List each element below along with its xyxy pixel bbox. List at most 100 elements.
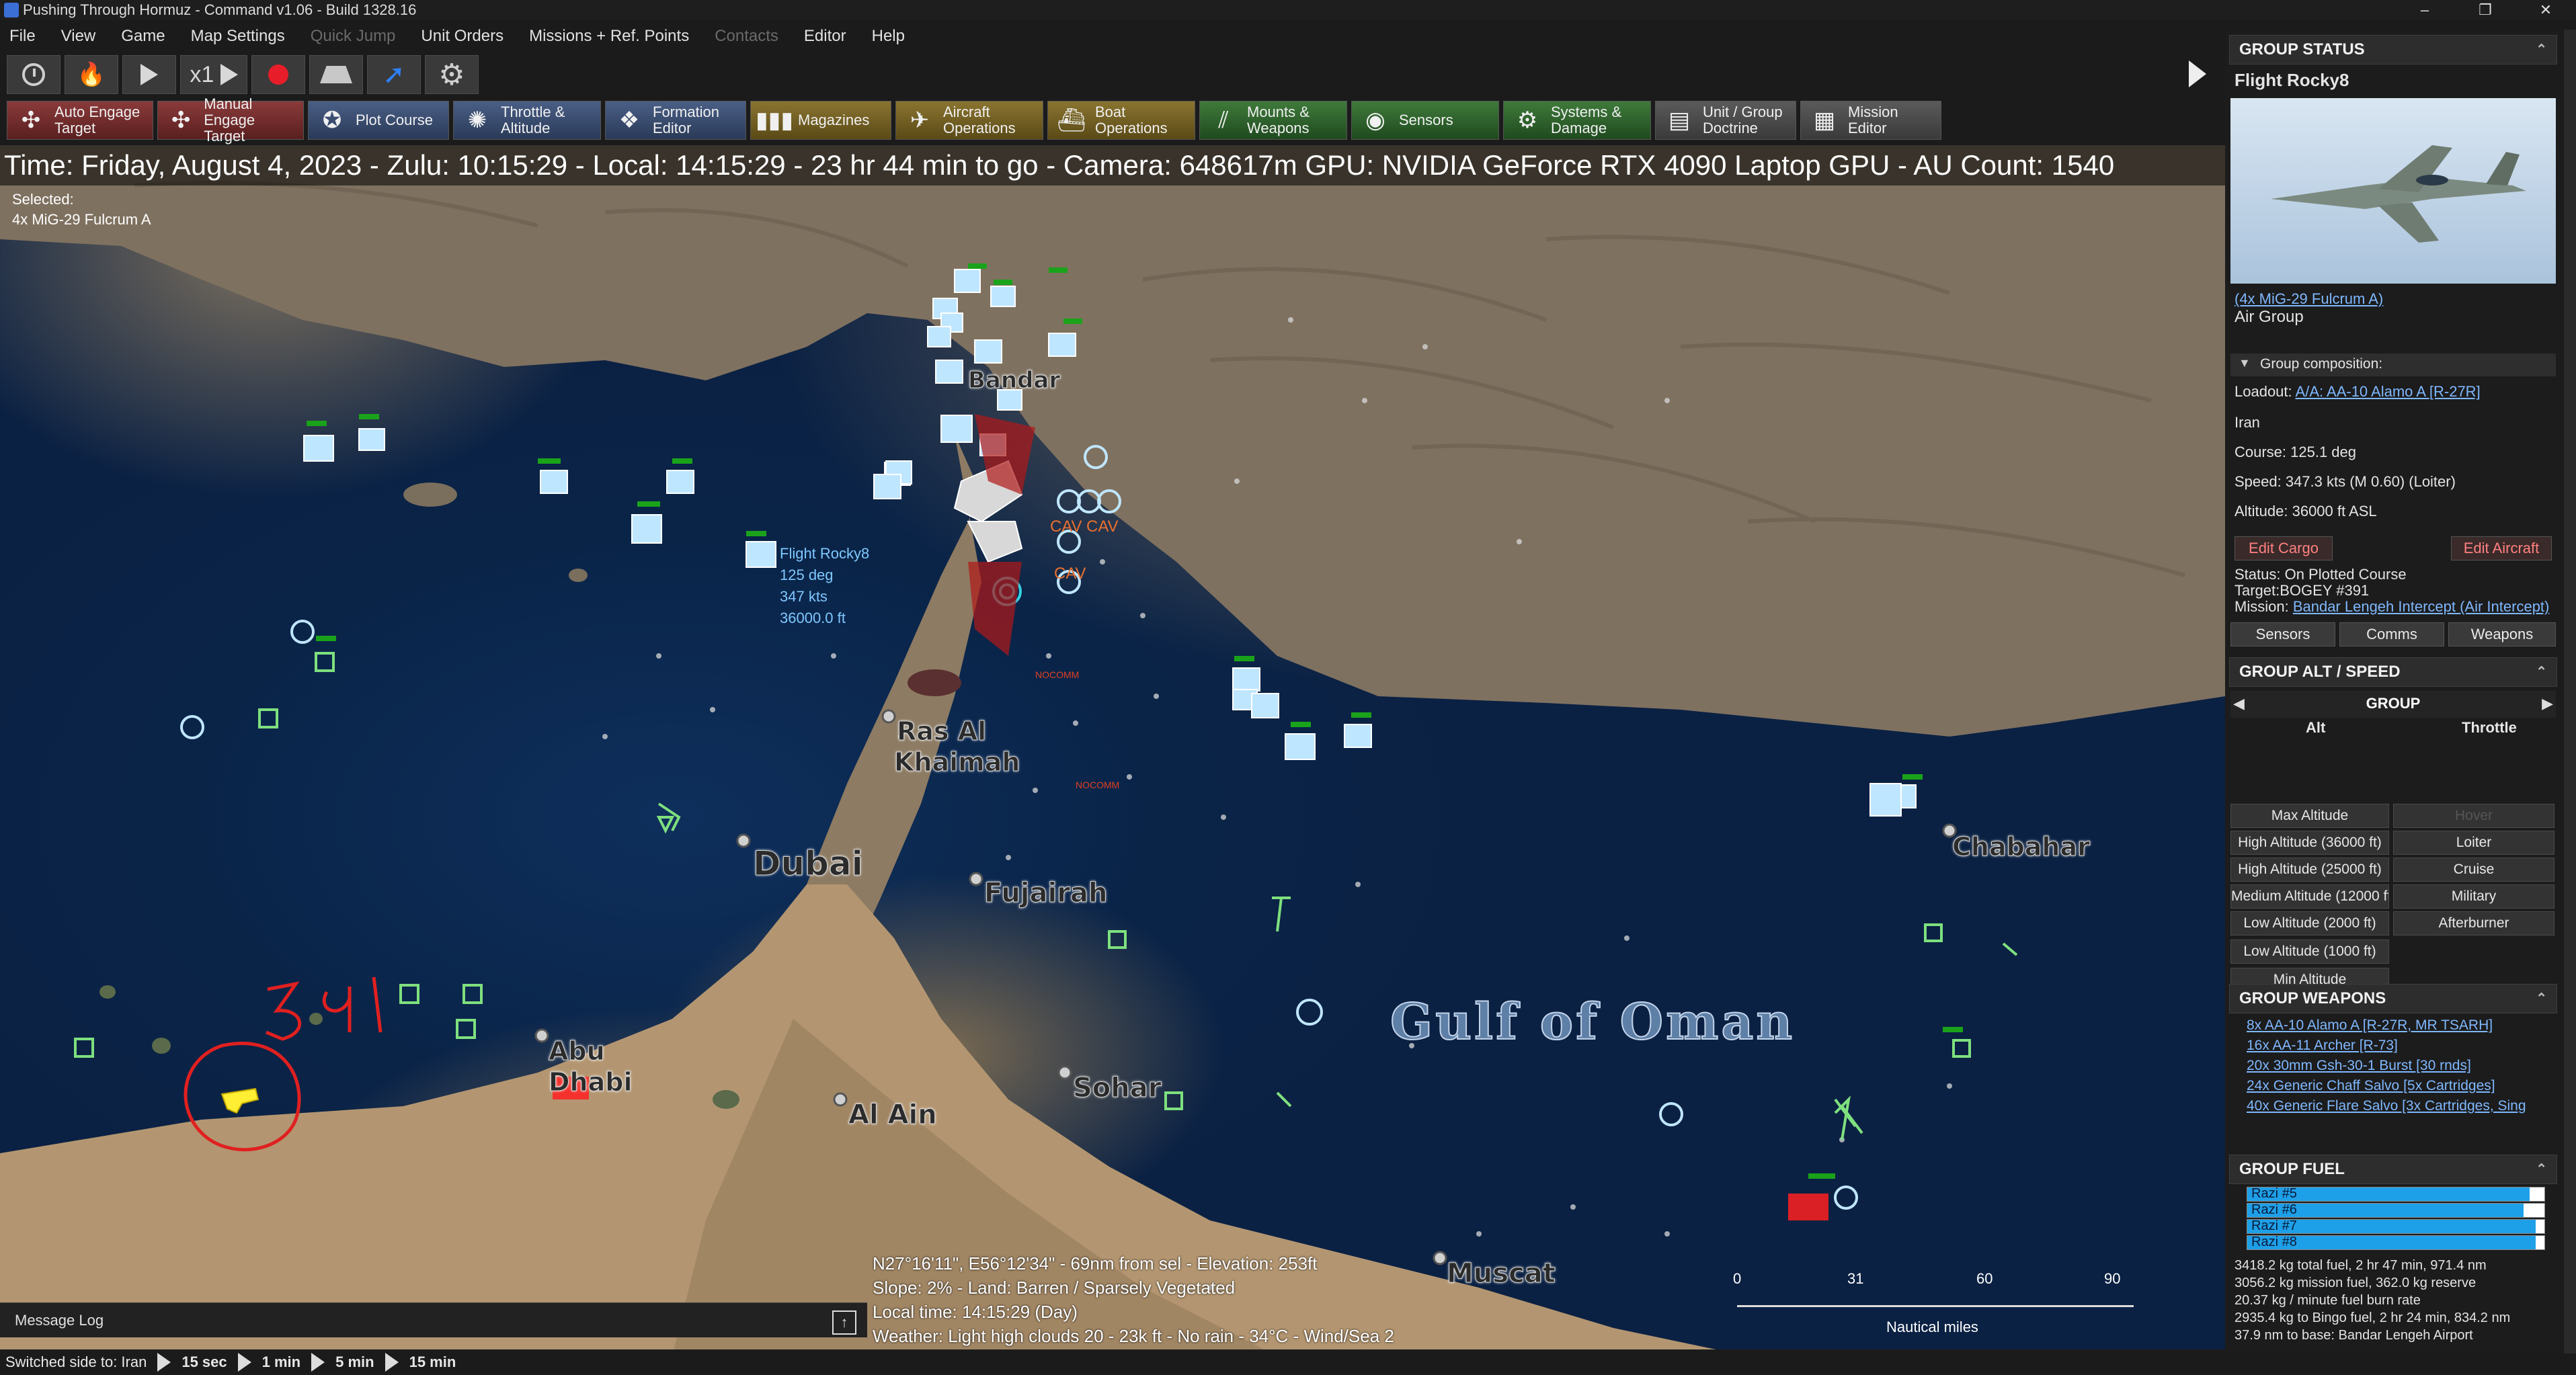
magazines-button[interactable]: ▮▮▮ Magazines <box>750 101 891 140</box>
max-altitude-button[interactable]: Max Altitude <box>2230 804 2389 828</box>
time-step-5min[interactable]: 5 min <box>335 1353 374 1371</box>
throttle-altitude-button[interactable]: ✺ Throttle & Altitude <box>453 101 601 140</box>
time-step-1min[interactable]: 1 min <box>262 1353 300 1371</box>
play-step-icon[interactable] <box>237 1353 251 1372</box>
group-alt-speed-title: GROUP ALT / SPEED <box>2239 663 2401 681</box>
afterburner-button[interactable]: Afterburner <box>2393 911 2554 935</box>
fuel-bar-label: Razi #5 <box>2251 1186 2297 1201</box>
weapon-item[interactable]: 24x Generic Chaff Salvo [5x Cartridges] <box>2247 1078 2495 1094</box>
unit-map-label[interactable]: Flight Rocky8 125 deg 347 kts 36000.0 ft <box>780 543 869 629</box>
menu-item-unit-orders[interactable]: Unit Orders <box>421 27 504 46</box>
high-altitude-25000-button[interactable]: High Altitude (25000 ft) <box>2230 858 2389 882</box>
window-title: Pushing Through Hormuz - Command v1.06 -… <box>23 1 417 18</box>
collapse-icon[interactable]: ⌃ <box>2536 985 2547 1013</box>
collapse-icon[interactable]: ⌃ <box>2536 36 2547 64</box>
next-arrow-icon[interactable]: ▶ <box>2542 695 2553 712</box>
menu-item-missions-ref-points[interactable]: Missions + Ref. Points <box>529 27 689 46</box>
speed-multiplier-button[interactable]: x1 <box>180 55 247 94</box>
menu-item-help[interactable]: Help <box>872 27 905 46</box>
hover-button[interactable]: Hover <box>2393 804 2554 828</box>
menu-item-editor[interactable]: Editor <box>804 27 846 46</box>
group-composition-row[interactable]: ▼ Group composition: <box>2230 353 2556 376</box>
play-step-icon[interactable] <box>311 1353 325 1372</box>
plot-course-button[interactable]: ✪ Plot Course <box>308 101 449 140</box>
aircraft-operations-button[interactable]: ✈ Aircraft Operations <box>895 101 1043 140</box>
group-weapons-header[interactable]: GROUP WEAPONS ⌃ <box>2229 984 2557 1013</box>
play-button[interactable] <box>122 55 176 94</box>
weapon-item[interactable]: 16x AA-11 Archer [R-73] <box>2247 1038 2398 1054</box>
comms-tab-button[interactable]: Comms <box>2339 622 2444 647</box>
time-step-15sec[interactable]: 15 sec <box>182 1353 227 1371</box>
message-log-bar[interactable]: Message Log <box>0 1302 867 1337</box>
military-button[interactable]: Military <box>2393 884 2554 909</box>
cruise-button[interactable]: Cruise <box>2393 858 2554 882</box>
mission-editor-button[interactable]: ▦ Mission Editor <box>1800 101 1941 140</box>
group-selector[interactable]: ◀ GROUP ▶ <box>2230 691 2556 718</box>
play-icon <box>140 64 158 85</box>
weapons-icon: ⫽ <box>1218 108 1229 133</box>
mounts-weapons-button[interactable]: ⫽ Mounts & Weapons <box>1199 101 1347 140</box>
auto-engage-target-button[interactable]: ✣ Auto Engage Target <box>7 101 153 140</box>
settings-button[interactable]: ⚙ <box>425 55 479 94</box>
panel-scrollbar[interactable] <box>2564 30 2576 1353</box>
play-step-icon[interactable] <box>385 1353 399 1372</box>
weapon-item[interactable]: 40x Generic Flare Salvo [3x Cartridges, … <box>2247 1098 2553 1114</box>
formation-editor-button[interactable]: ❖ Formation Editor <box>605 101 746 140</box>
collapse-icon[interactable]: ⌃ <box>2536 658 2547 686</box>
menu-item-file[interactable]: File <box>9 27 36 46</box>
low-altitude-1000-button[interactable]: Low Altitude (1000 ft) <box>2230 940 2389 964</box>
cursor-local-time: Local time: 14:15:29 (Day) <box>873 1302 1078 1322</box>
minimize-button[interactable]: – <box>2394 0 2455 20</box>
expand-panel-icon[interactable] <box>2189 60 2206 87</box>
group-status-header[interactable]: GROUP STATUS ⌃ <box>2229 35 2557 65</box>
low-altitude-2000-button[interactable]: Low Altitude (2000 ft) <box>2230 911 2389 935</box>
weapon-item[interactable]: 8x AA-10 Alamo A [R-27R, MR TSARH] <box>2247 1017 2493 1034</box>
app-icon <box>4 3 19 17</box>
collapse-icon[interactable]: ⌃ <box>2536 1155 2547 1183</box>
menu-item-view[interactable]: View <box>61 27 96 46</box>
group-fuel-header[interactable]: GROUP FUEL ⌃ <box>2229 1155 2557 1184</box>
weapons-tab-button[interactable]: Weapons <box>2448 622 2556 647</box>
mission-link[interactable]: Bandar Lengeh Intercept (Air Intercept) <box>2293 598 2550 615</box>
throttle-column-label: Throttle <box>2462 719 2517 736</box>
menu-item-map-settings[interactable]: Map Settings <box>191 27 285 46</box>
tactical-map[interactable]: Bandar Ras Al Khaimah Dubai Fujairah Cha… <box>0 145 2225 1356</box>
weapon-item[interactable]: 20x 30mm Gsh-30-1 Burst [30 rnds] <box>2247 1058 2471 1074</box>
high-altitude-36000-button[interactable]: High Altitude (36000 ft) <box>2230 831 2389 855</box>
bogey-annotation: 391 <box>266 825 268 826</box>
menu-item-contacts[interactable]: Contacts <box>715 27 778 46</box>
unit-group-doctrine-button[interactable]: ▤ Unit / Group Doctrine <box>1655 101 1796 140</box>
city-label-abu: Abu <box>549 1036 606 1067</box>
loiter-button[interactable]: Loiter <box>2393 831 2554 855</box>
hangar-button[interactable] <box>309 55 363 94</box>
time-banner: Time: Friday, August 4, 2023 - Zulu: 10:… <box>0 145 2225 185</box>
message-log-expand-icon[interactable]: ↑ <box>832 1310 856 1335</box>
edit-cargo-button[interactable]: Edit Cargo <box>2235 536 2333 560</box>
toolbar-button-label: Editor <box>1848 120 1887 136</box>
edit-aircraft-button[interactable]: Edit Aircraft <box>2451 536 2552 560</box>
menu-item-quick-jump[interactable]: Quick Jump <box>311 27 396 46</box>
record-button[interactable] <box>251 55 305 94</box>
selected-label: Selected: <box>12 191 74 208</box>
manual-engage-target-button[interactable]: ✣ Manual Engage Target <box>157 96 304 144</box>
play-step-icon[interactable] <box>157 1353 171 1372</box>
sensors-button[interactable]: ◉ Sensors <box>1351 101 1499 140</box>
sensors-tab-button[interactable]: Sensors <box>2230 622 2335 647</box>
arrow-button[interactable]: ➚ <box>367 55 421 94</box>
map-terrain <box>0 145 2225 1356</box>
menu-item-game[interactable]: Game <box>121 27 165 46</box>
maximize-button[interactable]: ❐ <box>2455 0 2515 20</box>
systems-damage-button[interactable]: ⚙ Systems & Damage <box>1503 101 1651 140</box>
loadout-link[interactable]: A/A: AA-10 Alamo A [R-27R] <box>2296 383 2481 400</box>
scale-tick-label: 60 <box>1976 1270 1993 1287</box>
time-step-15min[interactable]: 15 min <box>409 1353 456 1371</box>
city-label-ras-al: Ras Al <box>896 716 987 747</box>
close-button[interactable]: ✕ <box>2515 0 2576 20</box>
unit-class-link[interactable]: (4x MiG-29 Fulcrum A) <box>2235 290 2383 307</box>
group-alt-speed-header[interactable]: GROUP ALT / SPEED ⌃ <box>2229 657 2557 687</box>
flame-button[interactable]: 🔥 <box>65 55 118 94</box>
clock-button[interactable] <box>7 55 61 94</box>
scale-tick-label: 0 <box>1733 1270 1742 1287</box>
boat-operations-button[interactable]: ⛴ Boat Operations <box>1047 101 1195 140</box>
medium-altitude-button[interactable]: Medium Altitude (12000 ft) <box>2230 884 2389 909</box>
